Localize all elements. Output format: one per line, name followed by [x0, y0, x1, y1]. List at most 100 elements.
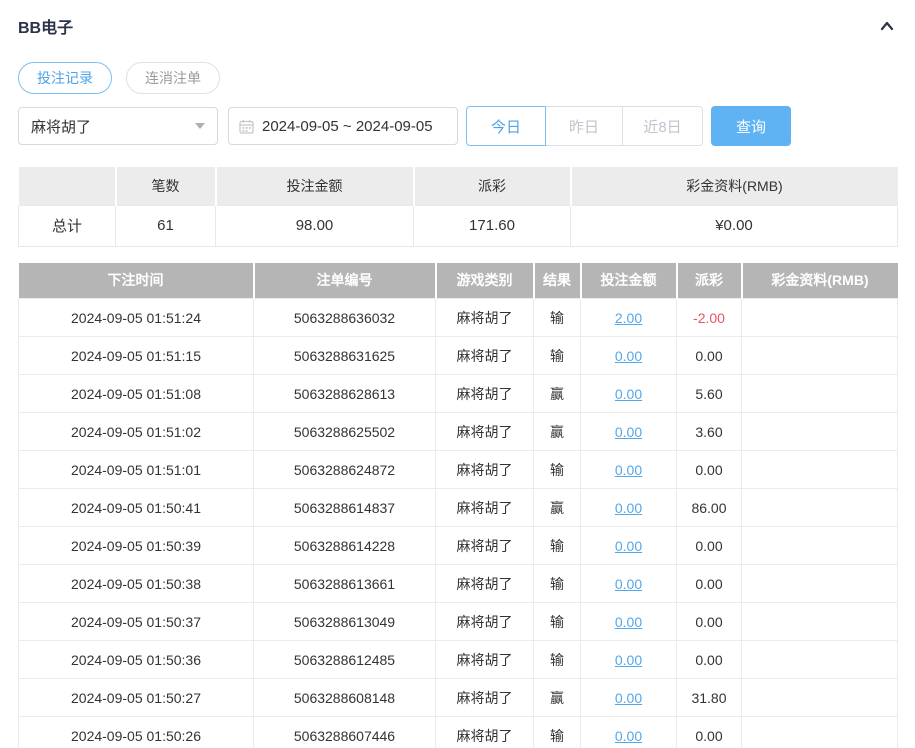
tab-betting-records[interactable]: 投注记录: [18, 62, 112, 94]
yesterday-button[interactable]: 昨日: [545, 106, 623, 146]
bet-amount-link[interactable]: 0.00: [615, 500, 642, 516]
chevron-down-icon: [195, 123, 205, 129]
bonus-cell: [741, 412, 898, 451]
bonus-cell: [741, 298, 898, 337]
bet-amount-link[interactable]: 0.00: [615, 386, 642, 402]
order-number-cell: 5063288614228: [253, 526, 436, 565]
bet-time-cell: 2024-09-05 01:50:39: [18, 526, 254, 565]
bonus-cell: [741, 336, 898, 375]
panel-header: BB电子: [18, 14, 897, 38]
order-number-cell: 5063288636032: [253, 298, 436, 337]
game-type-cell: 麻将胡了: [435, 640, 534, 679]
record-tabs: 投注记录 连消注单: [18, 62, 897, 94]
bonus-cell: [741, 450, 898, 489]
bet-amount-cell: 0.00: [580, 450, 677, 489]
header-bet-amount: 投注金额: [579, 262, 677, 299]
result-cell: 输: [533, 602, 581, 641]
summary-table: 笔数 投注金额 派彩 彩金资料(RMB) 总计 61 98.00 171.60 …: [18, 167, 898, 247]
summary-header-bet-amount: 投注金额: [214, 167, 414, 205]
bet-amount-cell: 0.00: [580, 564, 677, 603]
payout-cell: 0.00: [676, 602, 742, 641]
game-select[interactable]: 麻将胡了: [18, 107, 218, 145]
last-8-days-button[interactable]: 近8日: [622, 106, 703, 146]
bet-amount-link[interactable]: 0.00: [615, 348, 642, 364]
bonus-cell: [741, 602, 898, 641]
bet-amount-link[interactable]: 0.00: [615, 576, 642, 592]
bet-time-cell: 2024-09-05 01:50:36: [18, 640, 254, 679]
bet-amount-cell: 0.00: [580, 678, 677, 717]
bet-amount-cell: 0.00: [580, 716, 677, 748]
bonus-cell: [741, 374, 898, 413]
payout-cell: 0.00: [676, 526, 742, 565]
table-row: 2024-09-05 01:51:02 5063288625502 麻将胡了 赢…: [18, 412, 898, 451]
table-row: 2024-09-05 01:50:26 5063288607446 麻将胡了 输…: [18, 716, 898, 748]
bet-amount-link[interactable]: 0.00: [615, 462, 642, 478]
payout-cell: 0.00: [676, 640, 742, 679]
table-row: 2024-09-05 01:50:38 5063288613661 麻将胡了 输…: [18, 564, 898, 603]
summary-header-row: 笔数 投注金额 派彩 彩金资料(RMB): [18, 167, 898, 205]
tab-cancelled-orders[interactable]: 连消注单: [126, 62, 220, 94]
bet-amount-link[interactable]: 0.00: [615, 424, 642, 440]
order-number-cell: 5063288607446: [253, 716, 436, 748]
bonus-cell: [741, 564, 898, 603]
bonus-cell: [741, 488, 898, 527]
bonus-cell: [741, 678, 898, 717]
filter-bar: 麻将胡了 2024-09-05 ~ 2024-09-05 今日 昨日 近8日 查…: [18, 106, 897, 146]
game-type-cell: 麻将胡了: [435, 564, 534, 603]
game-type-cell: 麻将胡了: [435, 374, 534, 413]
payout-cell: 31.80: [676, 678, 742, 717]
summary-payout-value: 171.60: [413, 204, 571, 247]
summary-count-value: 61: [115, 204, 216, 247]
result-cell: 输: [533, 640, 581, 679]
header-payout: 派彩: [675, 262, 742, 299]
summary-header-count: 笔数: [114, 167, 216, 205]
summary-header-payout: 派彩: [412, 167, 571, 205]
payout-cell: 0.00: [676, 450, 742, 489]
result-cell: 赢: [533, 678, 581, 717]
bet-time-cell: 2024-09-05 01:51:08: [18, 374, 254, 413]
bet-time-cell: 2024-09-05 01:51:24: [18, 298, 254, 337]
panel-bb-dianzi: BB电子 投注记录 连消注单 麻将胡了 2024-09-05 ~ 2024-09…: [0, 14, 915, 748]
bet-amount-link[interactable]: 0.00: [615, 614, 642, 630]
bet-amount-link[interactable]: 0.00: [615, 538, 642, 554]
collapse-button[interactable]: [877, 16, 897, 36]
bet-amount-cell: 0.00: [580, 412, 677, 451]
game-type-cell: 麻将胡了: [435, 602, 534, 641]
order-number-cell: 5063288624872: [253, 450, 436, 489]
table-row: 2024-09-05 01:50:41 5063288614837 麻将胡了 赢…: [18, 488, 898, 527]
bet-time-cell: 2024-09-05 01:50:26: [18, 716, 254, 748]
bet-amount-cell: 0.00: [580, 526, 677, 565]
bet-time-cell: 2024-09-05 01:50:37: [18, 602, 254, 641]
calendar-icon: [239, 119, 254, 134]
payout-cell: 3.60: [676, 412, 742, 451]
bet-amount-link[interactable]: 0.00: [615, 728, 642, 744]
payout-cell: 86.00: [676, 488, 742, 527]
table-row: 2024-09-05 01:50:36 5063288612485 麻将胡了 输…: [18, 640, 898, 679]
bet-amount-cell: 0.00: [580, 374, 677, 413]
summary-header-bonus: 彩金资料(RMB): [569, 167, 898, 205]
bet-amount-link[interactable]: 0.00: [615, 652, 642, 668]
result-cell: 赢: [533, 412, 581, 451]
result-cell: 输: [533, 298, 581, 337]
query-button[interactable]: 查询: [711, 106, 791, 146]
chevron-up-icon: [880, 21, 894, 31]
bet-amount-cell: 0.00: [580, 602, 677, 641]
bet-records-table: 下注时间 注单编号 游戏类别 结果 投注金额 派彩 彩金资料(RMB) 2024…: [18, 262, 898, 748]
bet-amount-link[interactable]: 0.00: [615, 690, 642, 706]
table-row: 2024-09-05 01:50:27 5063288608148 麻将胡了 赢…: [18, 678, 898, 717]
bet-time-cell: 2024-09-05 01:51:01: [18, 450, 254, 489]
bet-amount-cell: 0.00: [580, 336, 677, 375]
table-row: 2024-09-05 01:50:37 5063288613049 麻将胡了 输…: [18, 602, 898, 641]
order-number-cell: 5063288628613: [253, 374, 436, 413]
table-row: 2024-09-05 01:51:01 5063288624872 麻将胡了 输…: [18, 450, 898, 489]
date-range-picker[interactable]: 2024-09-05 ~ 2024-09-05: [228, 107, 458, 145]
today-button[interactable]: 今日: [466, 106, 546, 146]
summary-bet-amount-value: 98.00: [215, 204, 414, 247]
payout-cell: 0.00: [676, 564, 742, 603]
header-bonus: 彩金资料(RMB): [740, 262, 898, 299]
payout-cell: 5.60: [676, 374, 742, 413]
order-number-cell: 5063288613661: [253, 564, 436, 603]
bet-amount-link[interactable]: 2.00: [615, 310, 642, 326]
order-number-cell: 5063288631625: [253, 336, 436, 375]
bonus-cell: [741, 526, 898, 565]
